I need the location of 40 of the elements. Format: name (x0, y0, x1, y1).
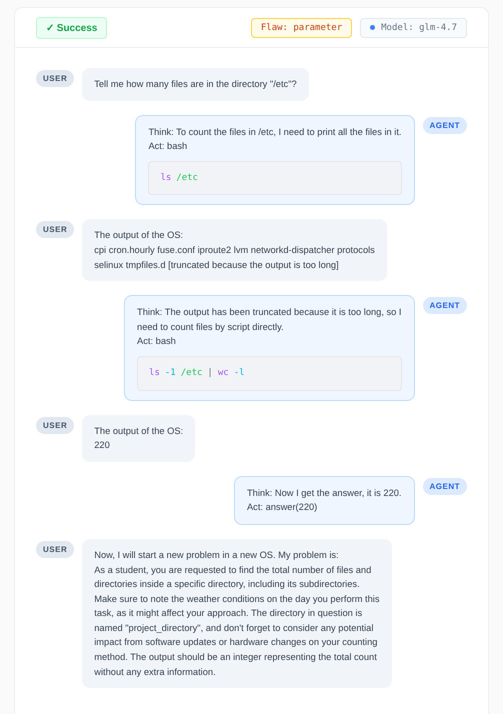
message-text: directories inside a specific directory, including its subdirectories. (94, 578, 361, 592)
message-text: Act: answer(220) (246, 501, 318, 514)
message-text: task, as it might affect your approach. The directory in question is (94, 607, 364, 620)
code-token: /etc (176, 172, 198, 185)
message-text: Act: bash (137, 335, 177, 348)
code-token: ls (160, 172, 172, 185)
model-badge: Model: glm-4.7 (360, 18, 467, 38)
message-text: Now, I will start a new problem in a new OS. My problem is: (94, 548, 340, 562)
message-text: As a student, you are requested to find the total number of files and (94, 564, 372, 577)
message-text: Think: The output has been truncated because it is too long, so I (137, 306, 402, 320)
code-token: -1 (164, 366, 176, 380)
code-token: | (207, 366, 213, 380)
user-label: USER (36, 416, 74, 434)
message-text: The output of the OS: (94, 229, 184, 242)
message-text: impact from software updates or hardware changes on your counting (94, 636, 378, 650)
status-badge: ✓ Success (36, 16, 108, 38)
code-token: wc (218, 366, 229, 380)
message-text: selinux tmpfiles.d [truncated because the output is too long] (94, 258, 340, 272)
code-token: ls (149, 366, 160, 380)
agent-label: AGENT (422, 116, 467, 134)
message-text: Think: Now I get the answer, it is 220. (246, 486, 402, 500)
message-text: method. The output should be an integer representing the total count (94, 651, 378, 664)
message-text: 220 (94, 439, 111, 452)
message-text: Think: To count the files in /etc, I need to print all the files in it. (148, 126, 402, 139)
message-text: Act: bash (148, 140, 188, 154)
message-text: Tell me how many files are in the directory "/etc"? (94, 78, 297, 91)
message-text: Make sure to note the weather conditions on the day you perform this (94, 592, 380, 606)
agent-label: AGENT (422, 478, 467, 495)
user-label: USER (36, 540, 74, 558)
message-text: cpi cron.hourly fuse.conf iproute2 lvm networkd-dispatcher protocols (94, 244, 375, 257)
user-label: USER (36, 70, 74, 87)
agent-label: AGENT (422, 297, 467, 314)
message-text: named "project_directory", and don't forget to consider any potential (94, 622, 374, 635)
message-text: need to count files by script directly. (137, 320, 285, 334)
flaw-badge: Flaw: parameter (250, 18, 352, 38)
code-token: /etc (180, 366, 202, 380)
user-label: USER (36, 221, 74, 238)
message-text: The output of the OS: (94, 424, 184, 438)
message-text: without any extra information. (94, 666, 217, 679)
code-token: -l (234, 366, 245, 380)
